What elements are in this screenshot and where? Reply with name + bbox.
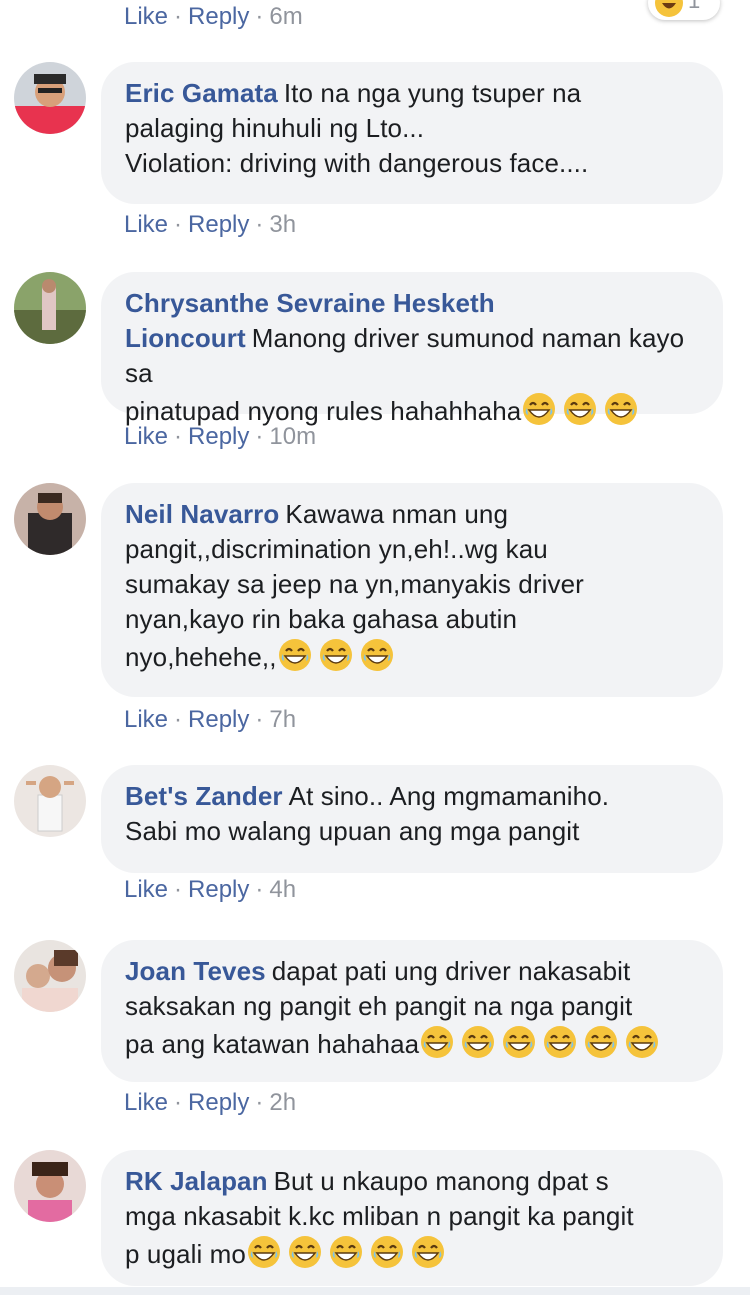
avatar[interactable] [14,765,86,837]
avatar[interactable] [14,940,86,1012]
comment-bubble: Eric Gamata Ito na nga yung tsuper na pal… [101,62,723,204]
laughing-emoji-icon [564,393,597,425]
timestamp[interactable]: 3h [269,211,296,238]
laughing-emoji-icon [329,1236,362,1268]
comment-actions: Like · Reply · 4h [124,876,297,903]
laughing-emoji-icon [278,639,311,671]
laughing-emoji-icon [585,1026,618,1058]
laughing-emoji-icon [370,1236,403,1268]
comment-bubble: Neil Navarro Kawawa nman ung pangit,,disc… [101,483,723,697]
comment-bubble: Joan Teves dapat pati ung driver nakasabi… [101,940,723,1082]
timestamp[interactable]: 6m [269,3,302,30]
comment-author[interactable]: Eric Gamata [125,78,278,108]
laughing-emoji-icon [411,1236,444,1268]
laughing-emoji-icon [523,393,556,425]
emoji-group [521,393,644,426]
avatar[interactable] [14,272,86,344]
bottom-bar [0,1287,750,1295]
reply-link[interactable]: Reply [188,1089,249,1116]
comment-actions: Like · Reply · 7h [124,706,297,733]
like-link[interactable]: Like [124,876,168,903]
comment-author[interactable]: Joan Teves [125,956,266,986]
comment-bubble: Bet's Zander At sino.. Ang mgmamaniho. Sa… [101,765,723,873]
laughing-emoji-icon [605,393,638,425]
laughing-emoji-icon [626,1026,659,1058]
emoji-group [277,639,400,672]
laughing-emoji-icon [288,1236,321,1268]
like-link[interactable]: Like [124,3,168,30]
reply-link[interactable]: Reply [188,706,249,733]
comment-bubble: RK Jalapan But u nkaupo manong dpat s mga… [101,1150,723,1286]
reply-link[interactable]: Reply [188,3,249,30]
reply-link[interactable]: Reply [188,211,249,238]
laughing-emoji-icon [503,1026,536,1058]
emoji-group [246,1236,451,1269]
comment-author[interactable]: RK Jalapan [125,1166,268,1196]
haha-reaction-icon [655,0,683,17]
comment-actions: Like · Reply · 2h [124,1089,297,1116]
comment-author[interactable]: Neil Navarro [125,499,279,529]
comment-actions: Like · Reply · 3h [124,211,297,238]
laughing-emoji-icon [319,639,352,671]
reaction-count: 1 [688,0,701,13]
timestamp[interactable]: 10m [269,423,316,450]
timestamp[interactable]: 7h [269,706,296,733]
comment-author[interactable]: Bet's Zander [125,781,283,811]
comment-actions: Like · Reply · 10m [124,423,317,450]
emoji-group [419,1026,665,1059]
timestamp[interactable]: 4h [269,876,296,903]
laughing-emoji-icon [544,1026,577,1058]
laughing-emoji-icon [247,1236,280,1268]
laughing-emoji-icon [421,1026,454,1058]
like-link[interactable]: Like [124,1089,168,1116]
laughing-emoji-icon [360,639,393,671]
reply-link[interactable]: Reply [188,423,249,450]
timestamp[interactable]: 2h [269,1089,296,1116]
like-link[interactable]: Like [124,706,168,733]
comment-actions: Like · Reply · 6m [124,3,303,30]
avatar[interactable] [14,483,86,555]
reaction-summary[interactable]: 1 [648,0,720,20]
laughing-emoji-icon [462,1026,495,1058]
avatar[interactable] [14,1150,86,1222]
like-link[interactable]: Like [124,423,168,450]
comment-bubble: Chrysanthe Sevraine Hesketh Lioncourt Man… [101,272,723,426]
avatar[interactable] [14,62,86,134]
like-link[interactable]: Like [124,211,168,238]
reply-link[interactable]: Reply [188,876,249,903]
